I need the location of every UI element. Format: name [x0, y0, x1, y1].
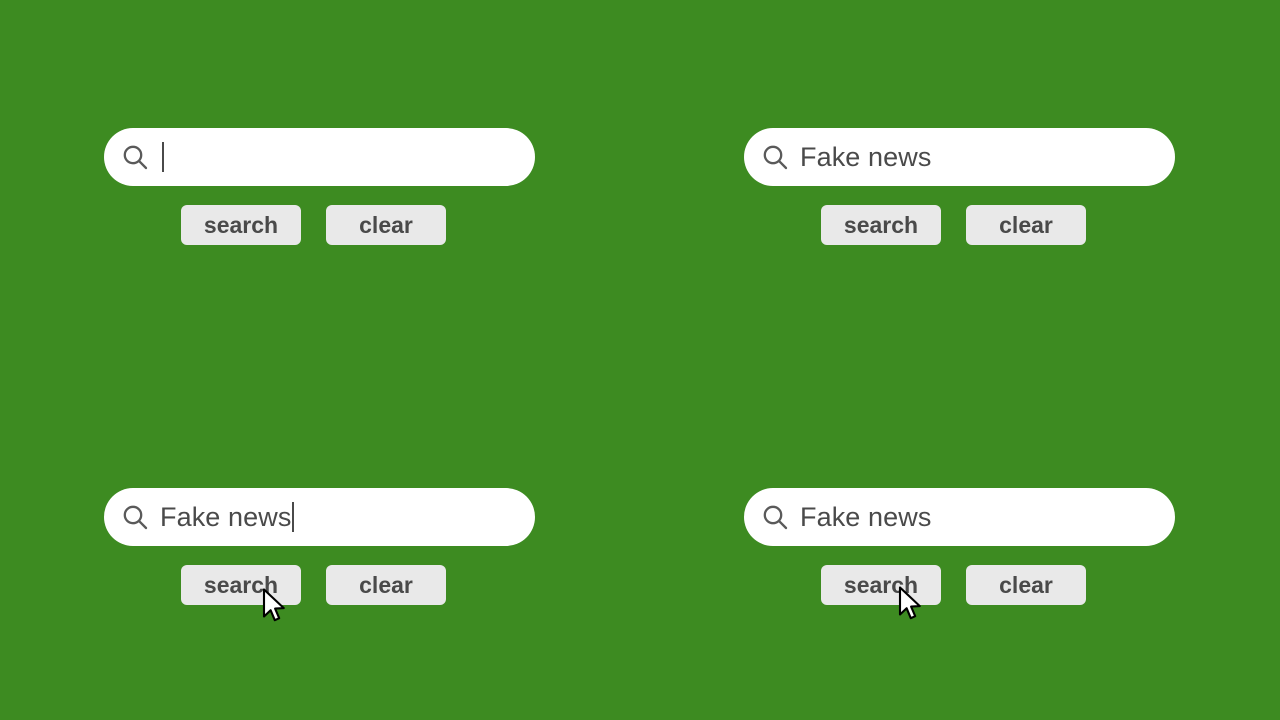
search-input-value: Fake news: [800, 501, 932, 532]
search-button[interactable]: search: [821, 205, 941, 245]
clear-button[interactable]: clear: [326, 205, 446, 245]
clear-button[interactable]: clear: [326, 565, 446, 605]
text-caret: [292, 502, 295, 532]
button-row-bottom-left: search clear: [181, 565, 446, 605]
search-input-value: Fake news: [800, 141, 932, 172]
clear-button[interactable]: clear: [966, 565, 1086, 605]
search-icon: [123, 505, 148, 530]
search-input-text-wrap: [160, 128, 515, 186]
search-input-top-left[interactable]: [104, 128, 535, 186]
search-button[interactable]: search: [821, 565, 941, 605]
app-canvas: search clear Fake news search clear Fake…: [0, 0, 1280, 720]
search-icon: [763, 505, 788, 530]
button-row-top-left: search clear: [181, 205, 446, 245]
search-input-value: Fake news: [160, 501, 292, 532]
search-icon: [123, 145, 148, 170]
search-input-text-wrap: Fake news: [800, 488, 1155, 546]
clear-button[interactable]: clear: [966, 205, 1086, 245]
button-row-top-right: search clear: [821, 205, 1086, 245]
search-input-bottom-left[interactable]: Fake news: [104, 488, 535, 546]
search-input-text-wrap: Fake news: [800, 128, 1155, 186]
button-row-bottom-right: search clear: [821, 565, 1086, 605]
text-caret: [162, 142, 164, 172]
search-input-bottom-right[interactable]: Fake news: [744, 488, 1175, 546]
search-button[interactable]: search: [181, 205, 301, 245]
search-input-top-right[interactable]: Fake news: [744, 128, 1175, 186]
search-icon: [763, 145, 788, 170]
search-button[interactable]: search: [181, 565, 301, 605]
search-input-text-wrap: Fake news: [160, 488, 515, 546]
